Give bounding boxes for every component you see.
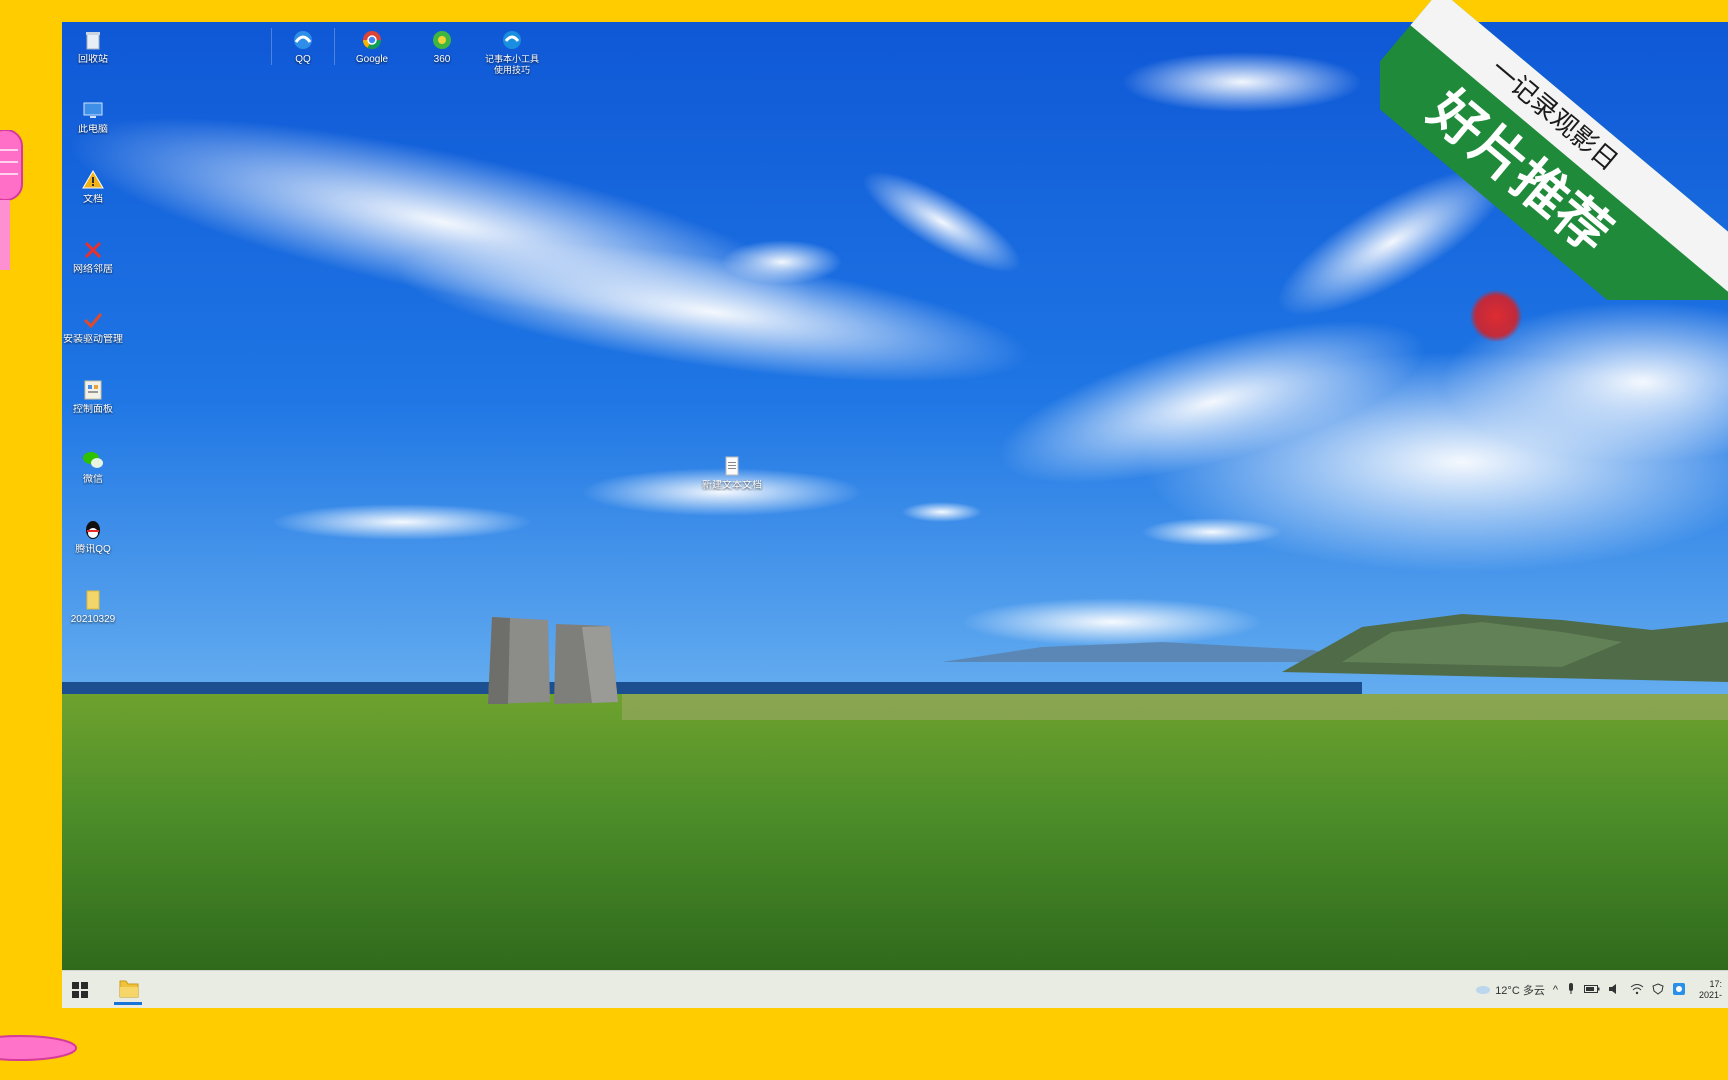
text-file-icon <box>720 454 744 478</box>
active-indicator <box>114 1002 142 1005</box>
folder-icon <box>81 588 105 612</box>
desktop-icon-control-panel[interactable]: 控制面板 <box>62 378 124 415</box>
edge-shortcut-icon <box>500 28 524 52</box>
chrome-icon <box>360 28 384 52</box>
landscape-wallpaper <box>62 22 1728 970</box>
battery-icon[interactable] <box>1584 984 1600 997</box>
recycle-bin-icon <box>81 28 105 52</box>
microphone-decoration <box>0 130 23 270</box>
shield-icon[interactable] <box>1652 982 1664 998</box>
desktop-icon-edge-shortcut[interactable]: 记事本小工具使用技巧 <box>481 28 543 76</box>
360-browser-icon <box>430 28 454 52</box>
desktop-icon-label: 腾讯QQ <box>75 544 111 555</box>
wechat-icon <box>81 448 105 472</box>
desktop-icon-label: 此电脑 <box>78 124 108 135</box>
input-method-icon[interactable] <box>1672 982 1686 999</box>
desktop-icon-label: 文档 <box>83 194 103 205</box>
desktop-icon-text-file[interactable]: 新建文本文档 <box>684 454 780 491</box>
desktop-icon-label: 20210329 <box>70 614 116 625</box>
desktop-icon-label: 安装驱动管理 <box>63 334 123 345</box>
taskbar-file-explorer[interactable] <box>110 975 146 1005</box>
desktop-icon-label: 网络邻居 <box>73 264 113 275</box>
desktop-icon-qq[interactable]: 腾讯QQ <box>62 518 124 555</box>
desktop-icon-driver-manager[interactable]: 安装驱动管理 <box>62 308 124 345</box>
desktop-icon-qq-browser[interactable]: QQ <box>271 28 335 65</box>
desktop-icon-folder[interactable]: 20210329 <box>62 588 124 625</box>
desktop-icon-label: 微信 <box>83 474 103 485</box>
microphone-stand-decoration <box>0 1035 77 1061</box>
desktop-icon-recycle-bin[interactable]: 回收站 <box>62 28 124 65</box>
qq-icon <box>81 518 105 542</box>
video-frame: 回收站 此电脑 文档 网络邻居 安装驱动管理 控制面板 微信 腾讯QQ 2021… <box>0 0 1728 1080</box>
weather-cloud-icon <box>1475 983 1491 998</box>
desktop-icon-documents[interactable]: 文档 <box>62 168 124 205</box>
desktop-icon-360-browser[interactable]: 360 <box>411 28 473 65</box>
warning-icon <box>81 168 105 192</box>
edge-browser-icon <box>291 28 315 52</box>
desktop-icon-label: 控制面板 <box>73 404 113 415</box>
taskbar: 12°C 多云 ^ 17: 2021- <box>62 970 1728 1008</box>
network-icon <box>81 238 105 262</box>
clock-date: 2021- <box>1698 990 1722 1000</box>
weather-text: 12°C 多云 <box>1495 985 1545 997</box>
desktop-icon-google-chrome[interactable]: Google <box>341 28 403 65</box>
clock-time: 17: <box>1709 979 1722 989</box>
desktop-screen: 回收站 此电脑 文档 网络邻居 安装驱动管理 控制面板 微信 腾讯QQ 2021… <box>62 22 1728 1008</box>
click-highlight-marker <box>1470 290 1522 342</box>
computer-icon <box>81 98 105 122</box>
desktop-icon-label: 记事本小工具使用技巧 <box>484 54 539 75</box>
taskbar-clock[interactable]: 17: 2021- <box>1694 979 1722 1001</box>
desktop-icon-label: 360 <box>433 54 451 65</box>
desktop-icon-network[interactable]: 网络邻居 <box>62 238 124 275</box>
check-icon <box>81 308 105 332</box>
desktop-icon-wechat[interactable]: 微信 <box>62 448 124 485</box>
start-button[interactable] <box>70 980 90 1000</box>
desktop-icon-label: 新建文本文档 <box>702 480 762 491</box>
chevron-up-icon[interactable]: ^ <box>1553 984 1558 996</box>
windows-logo-icon <box>70 982 90 1004</box>
volume-icon[interactable] <box>1608 983 1622 998</box>
desktop-icon-computer[interactable]: 此电脑 <box>62 98 124 135</box>
microphone-icon[interactable] <box>1566 982 1576 998</box>
wifi-icon[interactable] <box>1630 983 1644 998</box>
control-panel-icon <box>81 378 105 402</box>
desktop-icon-label: QQ <box>295 54 311 65</box>
desktop-icon-label: 回收站 <box>78 54 108 65</box>
weather-widget[interactable]: 12°C 多云 <box>1475 982 1545 998</box>
system-tray: 12°C 多云 ^ 17: 2021- <box>1475 971 1722 1008</box>
desktop-icon-label: Google <box>355 54 389 65</box>
